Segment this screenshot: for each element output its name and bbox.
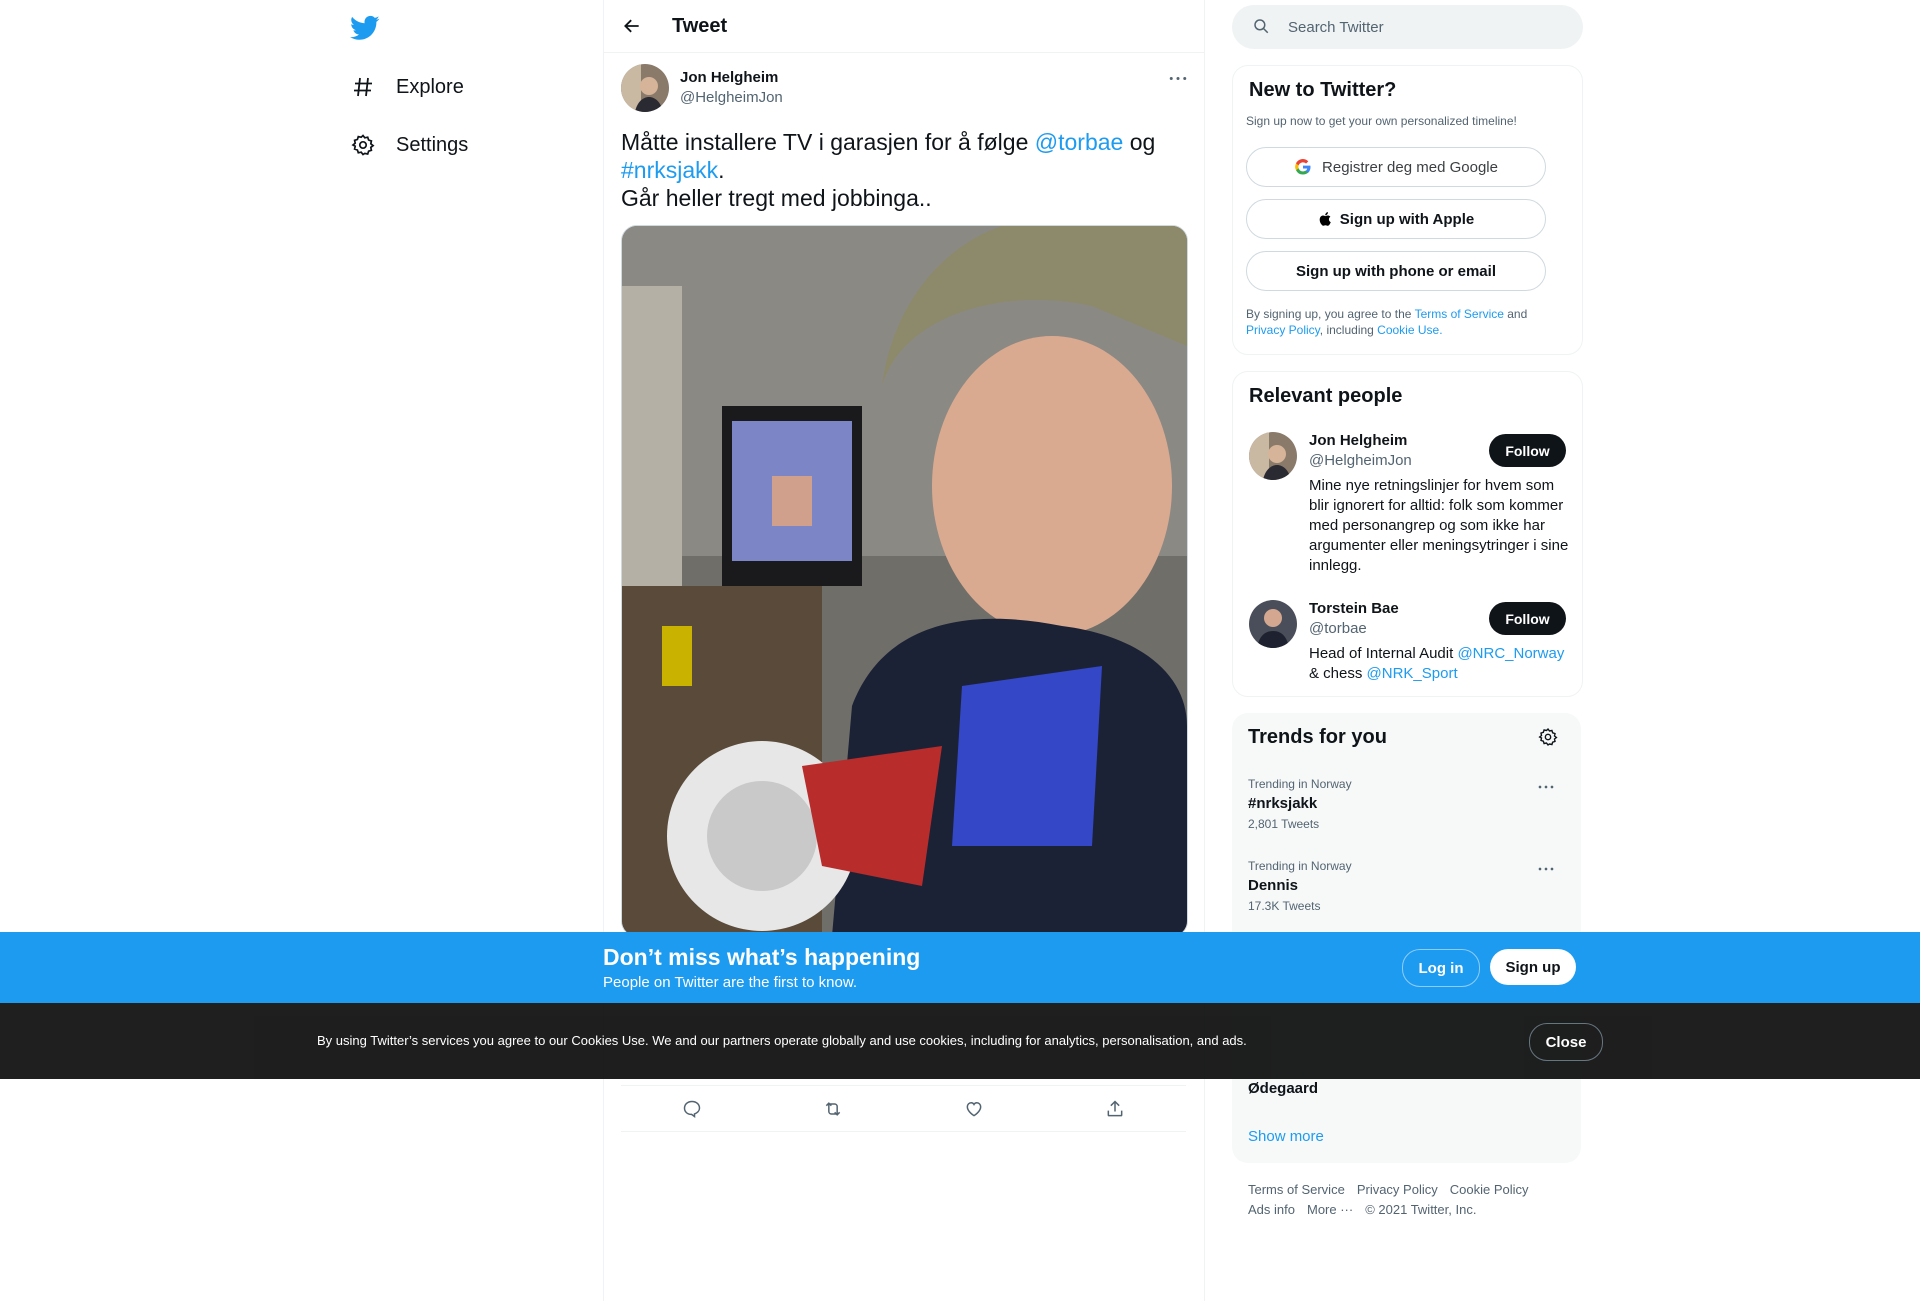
show-more-link[interactable]: Show more (1248, 1128, 1324, 1145)
signup-button[interactable]: Sign up (1490, 949, 1576, 985)
trends-settings-gear-icon[interactable] (1538, 727, 1560, 749)
new-to-twitter-card: New to Twitter? Sign up now to get your … (1232, 65, 1583, 355)
search-icon (1252, 17, 1272, 37)
tweet-photo[interactable] (621, 225, 1188, 937)
trend-more-icon[interactable] (1533, 859, 1559, 879)
legal-text: By signing up, you agree to the (1246, 307, 1415, 321)
card-title: New to Twitter? (1249, 79, 1397, 101)
person-avatar[interactable] (1249, 600, 1297, 648)
person-avatar[interactable] (1249, 432, 1297, 480)
cookie-close-button[interactable]: Close (1529, 1023, 1603, 1061)
page-title: Tweet (672, 14, 728, 37)
footer-copyright: © 2021 Twitter, Inc. (1365, 1202, 1477, 1217)
card-title: Relevant people (1249, 385, 1403, 407)
twitter-bird-icon[interactable] (350, 13, 382, 43)
search-box[interactable] (1232, 5, 1583, 49)
banner-title: Don’t miss what’s happening (603, 944, 921, 970)
phone-email-signup-label: Sign up with phone or email (1295, 262, 1496, 280)
terms-link[interactable]: Terms of Service (1415, 307, 1504, 321)
tweet-text-line2: Går heller tregt med jobbinga.. (621, 185, 932, 211)
cookie-use-link[interactable]: Cookie Use. (1377, 323, 1442, 337)
trend-context: Trending in Norway (1248, 777, 1352, 791)
retweet-icon[interactable] (821, 1097, 845, 1121)
person-name[interactable]: Jon Helgheim (1309, 432, 1407, 449)
nav-explore-label: Explore (396, 75, 464, 98)
tweet-text: Måtte installere TV i garasjen for å føl… (621, 128, 1181, 212)
cookie-banner: By using Twitter’s services you agree to… (0, 1003, 1920, 1079)
main-column: Tweet Jon Helgheim @HelgheimJon Måtte in… (603, 0, 1205, 1301)
apple-signup-label: Sign up with Apple (1339, 210, 1475, 228)
share-icon[interactable] (1103, 1097, 1127, 1121)
reply-icon[interactable] (680, 1097, 704, 1121)
nav-explore[interactable]: Explore (350, 65, 464, 109)
bio-text: & chess (1309, 665, 1367, 682)
footer-ads-link[interactable]: Ads info (1248, 1202, 1295, 1217)
trend-count: 2,801 Tweets (1248, 817, 1320, 831)
tweet-text-part: . (718, 157, 725, 183)
bio-mention-link[interactable]: @NRK_Sport (1367, 665, 1458, 682)
gear-icon (350, 132, 376, 158)
trend-name: #nrksjakk (1248, 795, 1318, 812)
person-handle[interactable]: @HelgheimJon (1309, 452, 1412, 469)
legal-text: and (1503, 307, 1528, 321)
apple-signup-button[interactable]: Sign up with Apple (1246, 199, 1546, 239)
signup-legal-text: By signing up, you agree to the Terms of… (1246, 306, 1566, 338)
trend-item[interactable]: Trending in Norway #nrksjakk 2,801 Tweet… (1232, 769, 1581, 849)
card-title: Trends for you (1248, 726, 1387, 748)
footer-more-link[interactable]: More ··· (1307, 1202, 1353, 1217)
follow-button[interactable]: Follow (1489, 434, 1566, 467)
nav-settings-label: Settings (396, 133, 469, 156)
footer-cookie-link[interactable]: Cookie Policy (1450, 1182, 1529, 1197)
google-signup-label: Registrer deg med Google (1322, 158, 1498, 176)
trend-more-icon[interactable] (1533, 777, 1559, 797)
search-input[interactable] (1286, 17, 1550, 37)
more-options-icon[interactable] (1165, 68, 1191, 88)
cookie-text: By using Twitter’s services you agree to… (317, 1033, 1247, 1048)
hashtag-icon (350, 74, 376, 100)
back-arrow-icon[interactable] (622, 16, 642, 36)
trend-name: Dennis (1248, 877, 1299, 894)
tweet-mention-link[interactable]: @torbae (1035, 129, 1124, 155)
google-icon (1294, 158, 1312, 176)
tweet-text-part: Måtte installere TV i garasjen for å føl… (621, 129, 1035, 155)
banner-subtitle: People on Twitter are the first to know. (603, 974, 858, 991)
author-name[interactable]: Jon Helgheim (680, 69, 778, 86)
google-signup-button[interactable]: Registrer deg med Google (1246, 147, 1546, 187)
follow-button[interactable]: Follow (1489, 602, 1566, 635)
trend-name[interactable]: Ødegaard (1248, 1080, 1318, 1097)
privacy-link[interactable]: Privacy Policy (1246, 323, 1320, 337)
signup-subtitle: Sign up now to get your own personalized… (1246, 114, 1517, 128)
tweet-header: Tweet (604, 0, 1204, 53)
trend-item[interactable]: Trending in Norway Dennis 17.3K Tweets (1232, 851, 1581, 931)
footer-links: Terms of Service Privacy Policy Cookie Pol… (1248, 1180, 1578, 1220)
apple-icon (1318, 211, 1334, 227)
person-handle[interactable]: @torbae (1309, 620, 1367, 637)
legal-text: , including (1319, 323, 1378, 337)
footer-terms-link[interactable]: Terms of Service (1248, 1182, 1345, 1197)
person-name[interactable]: Torstein Bae (1309, 600, 1399, 617)
left-navigation: Explore Settings (340, 0, 600, 1301)
author-avatar[interactable] (621, 64, 669, 112)
signup-banner: Don’t miss what’s happening People on Tw… (0, 932, 1920, 1003)
person-bio: Mine nye retningslinjer for hvem som bli… (1309, 477, 1569, 574)
relevant-people-card: Relevant people Jon Helgheim @HelgheimJo… (1232, 371, 1583, 697)
bio-mention-link[interactable]: @NRC_Norway (1457, 645, 1564, 662)
bio-text: Head of Internal Audit (1309, 645, 1458, 662)
phone-email-signup-button[interactable]: Sign up with phone or email (1246, 251, 1546, 291)
footer-privacy-link[interactable]: Privacy Policy (1357, 1182, 1438, 1197)
trend-context: Trending in Norway (1248, 859, 1352, 873)
tweet-hashtag-link[interactable]: #nrksjakk (621, 157, 718, 183)
author-handle[interactable]: @HelgheimJon (680, 89, 783, 106)
like-icon[interactable] (962, 1097, 986, 1121)
tweet-actions (621, 1085, 1186, 1132)
trend-count: 17.3K Tweets (1248, 899, 1321, 913)
nav-settings[interactable]: Settings (350, 123, 468, 167)
person-bio: Head of Internal Audit @NRC_Norway & ches… (1309, 644, 1579, 684)
tweet-text-part: og (1123, 129, 1156, 155)
login-button[interactable]: Log in (1402, 949, 1480, 987)
